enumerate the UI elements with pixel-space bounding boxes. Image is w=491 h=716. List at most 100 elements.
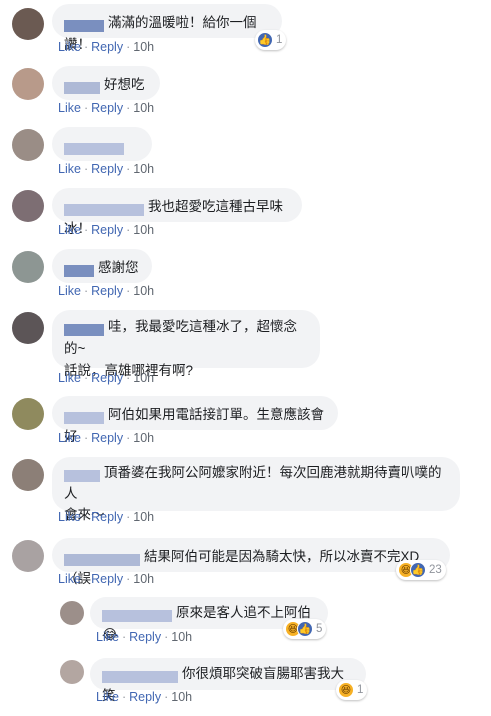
- comment-actions: Like · Reply · 10h: [58, 510, 155, 524]
- like-link[interactable]: Like: [58, 223, 81, 237]
- reply-actions: Like · Reply · 10h: [96, 690, 193, 704]
- comment-bubble: 結果阿伯可能是因為騎太快，所以冰賣不完XD（誤: [52, 538, 450, 586]
- comment-text: 感謝您: [98, 260, 139, 275]
- comment-bubble: [52, 127, 152, 161]
- comment: 阿伯如果用電話接訂單。生意應該會好 Like · Reply · 10h: [0, 394, 491, 452]
- reply-link[interactable]: Reply: [129, 690, 161, 704]
- reply-bubble: 你很煩耶突破盲腸耶害我大笑: [90, 658, 366, 703]
- reply-link[interactable]: Reply: [91, 510, 123, 524]
- comment: 好想吃 Like · Reply · 10h: [0, 64, 491, 122]
- reply-actions: Like · Reply · 10h: [96, 630, 193, 644]
- comment-actions: Like · Reply · 10h: [58, 572, 155, 586]
- like-link[interactable]: Like: [58, 101, 81, 115]
- timestamp[interactable]: 10h: [133, 510, 154, 524]
- comment-actions: Like · Reply · 10h: [58, 284, 155, 298]
- reaction-summary[interactable]: 😆 👍 5: [283, 619, 327, 639]
- comment: 我也超愛吃這種古早味冰！ Like · Reply · 10h: [0, 186, 491, 244]
- comment-bubble: 哇，我最愛吃這種冰了，超懷念的~ 話說，高雄哪裡有啊?: [52, 310, 320, 378]
- blurred-author-name[interactable]: [64, 262, 94, 278]
- reply-link[interactable]: Reply: [91, 162, 123, 176]
- comment: 滿滿的溫暖啦！給你一個讚！ 👍 1 Like · Reply · 10h: [0, 0, 491, 60]
- avatar[interactable]: [12, 8, 44, 40]
- comment: 感謝您 Like · Reply · 10h: [0, 247, 491, 305]
- blurred-author-name[interactable]: [64, 321, 104, 337]
- like-link[interactable]: Like: [96, 690, 119, 704]
- like-link[interactable]: Like: [58, 40, 81, 54]
- comment-bubble: 我也超愛吃這種古早味冰！: [52, 188, 302, 236]
- avatar[interactable]: [12, 68, 44, 100]
- avatar[interactable]: [60, 601, 84, 625]
- blurred-author-name[interactable]: [64, 17, 104, 33]
- comment-bubble: 阿伯如果用電話接訂單。生意應該會好: [52, 396, 338, 444]
- reaction-summary[interactable]: 👍 1: [255, 30, 287, 50]
- blurred-author-name[interactable]: [102, 668, 178, 684]
- comment-bubble: 滿滿的溫暖啦！給你一個讚！: [52, 4, 282, 52]
- comment-bubble: 感謝您: [52, 249, 152, 283]
- reaction-count: 23: [429, 564, 442, 576]
- timestamp[interactable]: 10h: [133, 223, 154, 237]
- like-link[interactable]: Like: [58, 284, 81, 298]
- timestamp[interactable]: 10h: [171, 690, 192, 704]
- reply-link[interactable]: Reply: [91, 101, 123, 115]
- reaction-count: 5: [316, 623, 323, 635]
- avatar[interactable]: [12, 398, 44, 430]
- reply-link[interactable]: Reply: [91, 431, 123, 445]
- blurred-author-name[interactable]: [64, 79, 100, 95]
- blurred-author-name[interactable]: [64, 467, 100, 483]
- blurred-author-name[interactable]: [64, 140, 124, 156]
- reply-link[interactable]: Reply: [91, 40, 123, 54]
- comment: 頂番婆在我阿公阿嬤家附近！每次回鹿港就期待賣叭噗的人 會來～ Like · Repl…: [0, 455, 491, 535]
- blurred-author-name[interactable]: [64, 409, 104, 425]
- reply-link[interactable]: Reply: [91, 371, 123, 385]
- like-icon: 👍: [257, 32, 273, 48]
- reply-link[interactable]: Reply: [91, 284, 123, 298]
- comment-bubble: 好想吃: [52, 66, 160, 100]
- avatar[interactable]: [12, 540, 44, 572]
- comment: 哇，我最愛吃這種冰了，超懷念的~ 話說，高雄哪裡有啊? Like · Reply · 1…: [0, 308, 491, 390]
- like-link[interactable]: Like: [96, 630, 119, 644]
- like-link[interactable]: Like: [58, 510, 81, 524]
- timestamp[interactable]: 10h: [133, 162, 154, 176]
- like-link[interactable]: Like: [58, 371, 81, 385]
- comment-actions: Like · Reply · 10h: [58, 371, 155, 385]
- timestamp[interactable]: 10h: [133, 572, 154, 586]
- avatar[interactable]: [12, 129, 44, 161]
- timestamp[interactable]: 10h: [133, 371, 154, 385]
- like-icon: 👍: [410, 562, 426, 578]
- comment-actions: Like · Reply · 10h: [58, 431, 155, 445]
- blurred-author-name[interactable]: [64, 551, 140, 567]
- avatar[interactable]: [12, 190, 44, 222]
- timestamp[interactable]: 10h: [133, 101, 154, 115]
- comment-actions: Like · Reply · 10h: [58, 162, 155, 176]
- like-link[interactable]: Like: [58, 431, 81, 445]
- like-link[interactable]: Like: [58, 162, 81, 176]
- avatar[interactable]: [12, 459, 44, 491]
- timestamp[interactable]: 10h: [133, 431, 154, 445]
- avatar[interactable]: [60, 660, 84, 684]
- timestamp[interactable]: 10h: [133, 284, 154, 298]
- comment-bubble: 頂番婆在我阿公阿嬤家附近！每次回鹿港就期待賣叭噗的人 會來～: [52, 457, 460, 522]
- timestamp[interactable]: 10h: [133, 40, 154, 54]
- reply: 原來是客人追不上阿伯😂 😆 👍 5 Like · Reply · 10h: [0, 597, 491, 655]
- timestamp[interactable]: 10h: [171, 630, 192, 644]
- comment-text: 好想吃: [104, 77, 145, 92]
- reply-link[interactable]: Reply: [91, 572, 123, 586]
- reaction-summary[interactable]: 😆 1: [336, 680, 368, 700]
- reply-link[interactable]: Reply: [129, 630, 161, 644]
- reaction-count: 1: [357, 684, 364, 696]
- like-link[interactable]: Like: [58, 572, 81, 586]
- avatar[interactable]: [12, 312, 44, 344]
- reaction-summary[interactable]: 😆 👍 23: [396, 560, 446, 580]
- blurred-author-name[interactable]: [64, 201, 144, 217]
- comment-actions: Like · Reply · 10h: [58, 40, 155, 54]
- reply: 你很煩耶突破盲腸耶害我大笑 😆 1 Like · Reply · 10h: [0, 656, 491, 716]
- haha-icon: 😆: [338, 682, 354, 698]
- reply-link[interactable]: Reply: [91, 223, 123, 237]
- blurred-author-name[interactable]: [102, 607, 172, 623]
- avatar[interactable]: [12, 251, 44, 283]
- comment-text-line: 頂番婆在我阿公阿嬤家附近！每次回鹿港就期待賣叭噗的人: [64, 465, 442, 501]
- comment: 結果阿伯可能是因為騎太快，所以冰賣不完XD（誤 😆 👍 23 Like · Reply ·…: [0, 536, 491, 596]
- comment: Like · Reply · 10h: [0, 125, 491, 183]
- comment-actions: Like · Reply · 10h: [58, 223, 155, 237]
- like-icon: 👍: [297, 621, 313, 637]
